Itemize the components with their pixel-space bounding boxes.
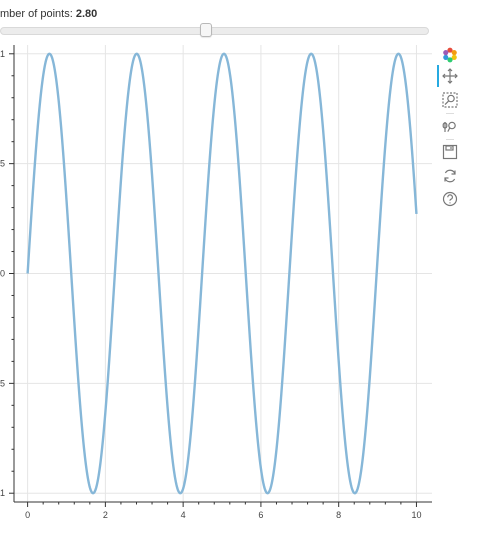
y-tick-label: 5 — [0, 159, 5, 169]
plot-area[interactable]: 0 2 4 6 8 10 1 5 0 5 1 — [0, 0, 501, 538]
box-zoom-tool-icon[interactable] — [437, 89, 463, 111]
wheel-zoom-tool-icon[interactable] — [437, 116, 463, 138]
pan-tool-icon[interactable] — [437, 65, 463, 87]
x-tick-label: 4 — [181, 510, 186, 520]
x-tick-label: 8 — [336, 510, 341, 520]
y-tick-label: 1 — [0, 49, 5, 59]
help-tool-icon[interactable] — [437, 188, 463, 210]
x-tick-label: 6 — [258, 510, 263, 520]
reset-tool-icon[interactable] — [437, 165, 463, 187]
save-tool-icon[interactable] — [437, 141, 463, 163]
y-tick-label: 0 — [0, 269, 5, 279]
toolbar-separator — [446, 113, 454, 114]
x-tick-label: 10 — [411, 510, 421, 520]
x-tick-label: 2 — [103, 510, 108, 520]
bokeh-logo-icon — [437, 44, 463, 66]
y-tick-label: 5 — [0, 378, 5, 388]
y-tick-label: 1 — [0, 488, 5, 498]
toolbar-separator — [446, 139, 454, 140]
x-tick-label: 0 — [25, 510, 30, 520]
